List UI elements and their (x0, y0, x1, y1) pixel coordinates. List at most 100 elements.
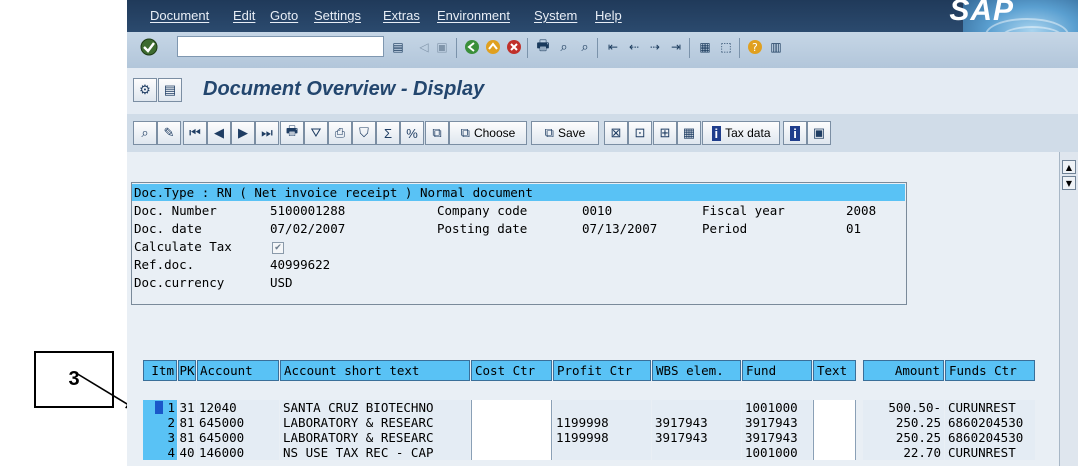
info-icon-button[interactable]: i (783, 121, 807, 145)
exit-icon[interactable] (483, 37, 503, 57)
cell-itm[interactable]: 2 (143, 415, 177, 430)
menu-document[interactable]: Document (150, 8, 209, 23)
cell-account-short-text: LABORATORY & RESEARC (280, 415, 470, 430)
document-icon[interactable]: ▤ (158, 78, 182, 102)
back-icon[interactable] (462, 37, 482, 57)
doc-number-label: Doc. Number (134, 203, 217, 218)
sum-icon[interactable]: Σ (376, 121, 400, 145)
row-selector-marker[interactable] (155, 401, 164, 414)
scroll-down-icon[interactable]: ▼ (1062, 176, 1076, 190)
previous-item-icon[interactable]: ◀ (207, 121, 231, 145)
layout-icon[interactable]: ⧉ (425, 121, 449, 145)
currency-value: USD (270, 275, 293, 290)
find-icon[interactable]: ⌕ (554, 37, 574, 57)
cell-cost-ctr[interactable] (471, 415, 552, 430)
cell-text[interactable] (813, 430, 856, 445)
cell-wbs-elem (652, 445, 741, 460)
column-header-funds-ctr[interactable]: Funds Ctr (945, 360, 1035, 381)
ref-doc-label: Ref.doc. (134, 257, 195, 272)
notes-icon[interactable]: ▣ (807, 121, 831, 145)
cell-cost-ctr[interactable] (471, 445, 552, 460)
column-header-account-short-text[interactable]: Account short text (280, 360, 470, 381)
first-item-icon[interactable]: ⏮ (183, 121, 207, 145)
column-header-cost-ctr[interactable]: Cost Ctr (471, 360, 552, 381)
next-item-icon[interactable]: ▶ (231, 121, 255, 145)
column-header-profit-ctr[interactable]: Profit Ctr (553, 360, 651, 381)
choose-icon: ⧉ (460, 125, 470, 140)
cell-wbs-elem: 3917943 (652, 415, 741, 430)
cell-itm[interactable]: 4 (143, 445, 177, 460)
layout-menu-icon[interactable]: ▥ (766, 37, 786, 57)
cancel-icon[interactable] (504, 37, 524, 57)
cell-profit-ctr: 1199998 (553, 415, 651, 430)
info-icon: i (711, 125, 722, 141)
posting-date-label: Posting date (437, 221, 528, 236)
document-header-icon[interactable]: ⊡ (628, 121, 652, 145)
currency-label: Doc.currency (134, 275, 225, 290)
cell-text[interactable] (813, 400, 856, 415)
column-header-itm[interactable]: Itm (143, 360, 177, 381)
column-header-wbs-elem[interactable]: WBS elem. (652, 360, 741, 381)
menu-help[interactable]: Help (595, 8, 622, 23)
calculate-tax-label: Calculate Tax (134, 239, 232, 254)
save-layout-button[interactable]: ⧉ Save (531, 121, 599, 145)
cell-account: 645000 (197, 415, 279, 430)
create-session-icon[interactable]: ▦ (695, 37, 715, 57)
last-item-icon[interactable]: ⏭ (255, 121, 279, 145)
print-preview-icon[interactable]: ⎙ (328, 121, 352, 145)
cell-text[interactable] (813, 445, 856, 460)
cell-itm[interactable]: 1 (143, 400, 177, 415)
previous-page-icon[interactable]: ⇠ (624, 37, 644, 57)
find-next-icon[interactable]: ⌕ (575, 37, 595, 57)
cell-cost-ctr[interactable] (471, 400, 552, 415)
command-history-icon[interactable]: ▤ (388, 37, 408, 57)
svg-text:?: ? (752, 41, 758, 54)
first-page-icon[interactable]: ⇤ (603, 37, 623, 57)
menu-edit[interactable]: Edit (233, 8, 255, 23)
cell-fund: 1001000 (742, 445, 812, 460)
cell-account: 146000 (197, 445, 279, 460)
help-icon[interactable]: ? (745, 37, 765, 57)
period-value: 01 (846, 221, 862, 236)
back-arrow-icon[interactable]: ◁ (414, 37, 434, 57)
enter-checkmark-icon[interactable] (139, 37, 159, 57)
menu-settings[interactable]: Settings (314, 8, 361, 23)
print-icon[interactable]: 🖶 (533, 37, 553, 57)
calculator-icon[interactable]: ▦ (677, 121, 701, 145)
scroll-up-icon[interactable]: ▲ (1062, 160, 1076, 174)
column-header-amount[interactable]: Amount (863, 360, 944, 381)
cell-itm[interactable]: 3 (143, 430, 177, 445)
column-header-text[interactable]: Text (813, 360, 856, 381)
tax-overview-icon[interactable]: ⊠ (604, 121, 628, 145)
shortcut-icon[interactable]: ⬚ (716, 37, 736, 57)
column-header-account[interactable]: Account (197, 360, 279, 381)
doc-number-value: 5100001288 (270, 203, 346, 218)
column-header-fund[interactable]: Fund (742, 360, 812, 381)
next-page-icon[interactable]: ⇢ (645, 37, 665, 57)
print-icon[interactable]: 🖶 (280, 121, 304, 145)
set-filter-icon[interactable]: ⛉ (352, 121, 376, 145)
menu-system[interactable]: System (534, 8, 577, 23)
cell-cost-ctr[interactable] (471, 430, 552, 445)
vertical-scrollbar[interactable] (1059, 152, 1078, 466)
filter-icon[interactable]: ⛛ (304, 121, 328, 145)
choose-button[interactable]: ⧉ Choose (449, 121, 527, 145)
display-change-icon[interactable]: ⚙ (133, 78, 157, 102)
display-currency-icon[interactable]: ⊞ (653, 121, 677, 145)
command-field[interactable] (177, 36, 384, 57)
menu-environment[interactable]: Environment (437, 8, 510, 23)
cell-account-short-text: LABORATORY & RESEARC (280, 430, 470, 445)
fiscal-year-label: Fiscal year (702, 203, 785, 218)
subtotal-icon[interactable]: % (400, 121, 424, 145)
menu-extras[interactable]: Extras (383, 8, 420, 23)
save-disk-icon[interactable]: ▣ (432, 37, 452, 57)
column-header-pk[interactable]: PK (178, 360, 196, 381)
sap-logo: SAP (949, 0, 1014, 27)
tax-data-button[interactable]: i Tax data (702, 121, 780, 145)
cell-text[interactable] (813, 415, 856, 430)
edit-pencil-icon[interactable]: ✎ (157, 121, 181, 145)
zoom-icon[interactable]: ⌕ (133, 121, 157, 145)
last-page-icon[interactable]: ⇥ (666, 37, 686, 57)
menu-goto[interactable]: Goto (270, 8, 298, 23)
company-code-value: 0010 (582, 203, 613, 218)
